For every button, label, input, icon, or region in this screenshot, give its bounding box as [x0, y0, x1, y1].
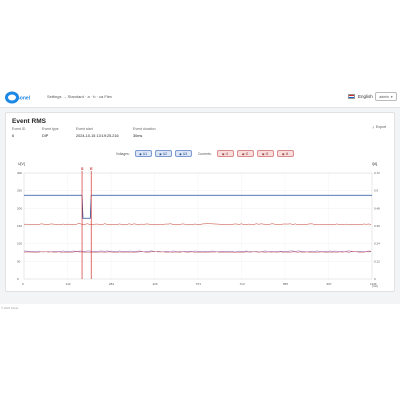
- toggle-label: I4: [285, 151, 289, 156]
- toggle-label: I3: [265, 151, 269, 156]
- y-tick-label: 250: [17, 189, 22, 193]
- toggle-label: U1: [142, 151, 148, 156]
- voltage-toggles: Voltages: ◉ U1 ◉ U2 ◉ U3: [116, 150, 192, 157]
- toggle-i1[interactable]: ◉ I1: [216, 150, 234, 157]
- y-tick-label: 100: [17, 242, 22, 246]
- marker-label-s: S: [81, 166, 84, 171]
- y-right-tick-label: 0.6: [374, 189, 379, 193]
- meta-value: 2024-10-15 13:19:25.216: [76, 134, 119, 138]
- export-label: Export: [375, 125, 386, 129]
- toggle-i4[interactable]: ◉ I4: [276, 150, 294, 157]
- series-i3: [24, 251, 372, 253]
- y-right-axis-label: I[A]: [372, 162, 377, 166]
- meta-label: Event duration: [133, 127, 156, 131]
- x-tick-label: 0: [22, 282, 24, 286]
- y-right-tick-label: 0.12: [374, 259, 380, 263]
- y-tick-label: 50: [17, 259, 21, 263]
- toggle-label: U2: [162, 151, 168, 156]
- meta-value: 6: [12, 134, 15, 138]
- toggle-u1[interactable]: ◉ U1: [134, 150, 152, 157]
- toggle-label: I2: [245, 151, 249, 156]
- meta-label: Event ID: [12, 127, 26, 131]
- language-label: English: [358, 94, 373, 99]
- y-right-tick-label: 0.48: [374, 206, 380, 210]
- user-name: admin: [379, 94, 389, 99]
- x-tick-label: 142: [66, 282, 71, 286]
- toggle-u2[interactable]: ◉ U2: [154, 150, 172, 157]
- x-tick-label: 713: [240, 282, 245, 286]
- chevron-down-icon: ▾: [390, 94, 393, 99]
- top-bar: sonel Settings → Standard · a · b · ca F…: [0, 88, 400, 108]
- x-tick-label: 997: [327, 282, 332, 286]
- voltages-label: Voltages:: [116, 151, 130, 156]
- y-right-tick-label: 0.24: [374, 242, 380, 246]
- y-right-tick-label: 0.36: [374, 224, 380, 228]
- y-left-axis-label: U[V]: [18, 162, 25, 166]
- event-card: Event RMS ⤓ Export Event ID 6 Event type…: [5, 112, 395, 292]
- meta-label: Event start: [76, 127, 93, 131]
- meta-value: 30ms: [133, 134, 143, 138]
- meta-label: Event type: [42, 127, 59, 131]
- marker-label-e: E: [90, 166, 93, 171]
- eye-icon: ◉: [241, 151, 245, 156]
- current-toggles: Currents: ◉ I1 ◉ I2 ◉ I3 ◉ I4: [198, 150, 294, 157]
- export-icon: ⤓: [372, 125, 374, 129]
- x-tick-label: 284: [109, 282, 114, 286]
- eye-icon: ◉: [159, 151, 162, 156]
- y-tick-label: 200: [17, 206, 22, 210]
- svg-text:sonel: sonel: [17, 96, 31, 102]
- toggle-u3[interactable]: ◉ U3: [174, 150, 192, 157]
- eye-icon: ◉: [139, 151, 142, 156]
- breadcrumb[interactable]: Settings → Standard · a · b · ca Flex: [47, 94, 112, 99]
- meta-event-id: Event ID 6: [12, 127, 25, 138]
- user-menu-button[interactable]: admin ▾: [375, 92, 397, 101]
- y-tick-label: 0: [17, 277, 19, 281]
- toggle-label: I1: [225, 151, 229, 156]
- toggle-label: U3: [182, 151, 188, 156]
- footer-text: © 2024 Sonel: [1, 306, 18, 310]
- eye-icon: ◉: [281, 151, 285, 156]
- toggle-i2[interactable]: ◉ I2: [236, 150, 254, 157]
- x-tick-label: 855: [283, 282, 288, 286]
- sonel-logo[interactable]: sonel: [4, 91, 34, 104]
- y-right-tick-label: 0.72: [374, 171, 380, 175]
- series-i1: [23, 223, 372, 226]
- x-tick-label: 1139: [370, 282, 377, 286]
- x-tick-label: 571: [196, 282, 201, 286]
- eye-icon: ◉: [261, 151, 265, 156]
- y-tick-label: 300: [17, 171, 22, 175]
- card-title: Event RMS: [12, 118, 46, 125]
- y-right-tick-label: 0: [374, 277, 376, 281]
- toggle-i3[interactable]: ◉ I3: [256, 150, 274, 157]
- meta-event-duration: Event duration 30ms: [133, 127, 156, 138]
- uk-flag-icon: [348, 94, 355, 99]
- y-tick-label: 150: [17, 224, 22, 228]
- currents-label: Currents:: [198, 151, 212, 156]
- language-selector[interactable]: English: [348, 94, 373, 99]
- eye-icon: ◉: [221, 151, 225, 156]
- eye-icon: ◉: [179, 151, 182, 156]
- meta-value: DIP: [42, 134, 49, 138]
- meta-event-type: Event type DIP: [42, 127, 59, 138]
- export-button[interactable]: ⤓ Export: [372, 125, 386, 129]
- x-tick-label: 426: [153, 282, 158, 286]
- meta-event-start: Event start 2024-10-15 13:19:25.216: [76, 127, 119, 138]
- rms-chart[interactable]: U[V] I[A] [ms] 300 0.72250 0.6200 0.48150 0.…: [6, 159, 396, 291]
